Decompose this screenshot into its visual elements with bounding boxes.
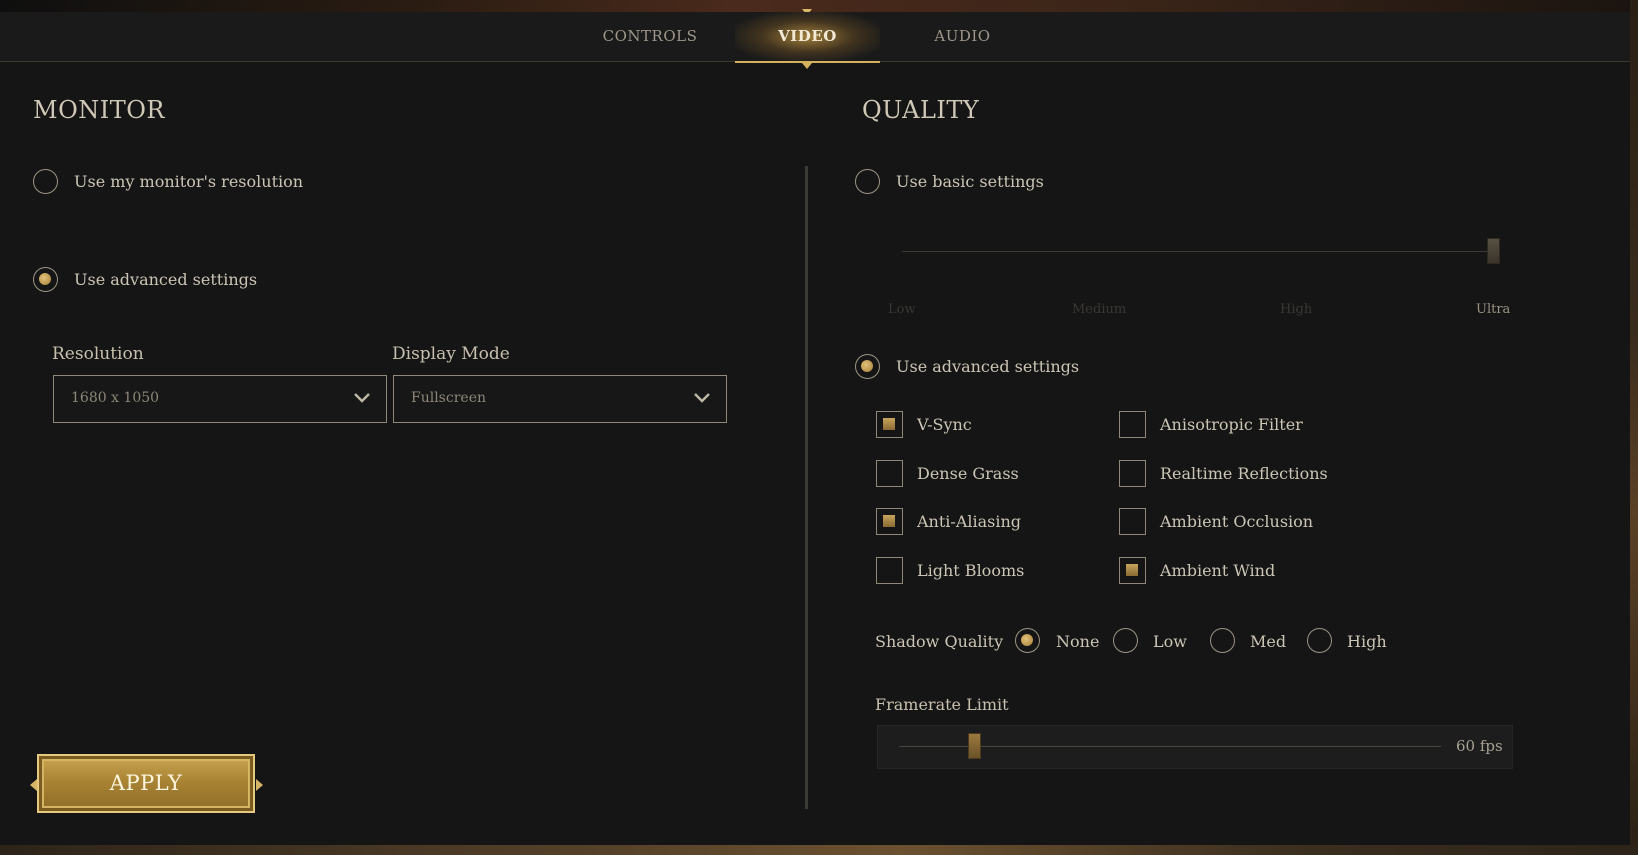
chevron-down-icon — [354, 393, 370, 403]
light-blooms-label[interactable]: Light Blooms — [917, 561, 1024, 580]
framerate-limit-label: Framerate Limit — [875, 695, 1009, 714]
quality-level-low: Low — [888, 302, 916, 317]
monitor-advanced-label[interactable]: Use advanced settings — [74, 270, 257, 289]
anti-aliasing-checkbox[interactable] — [876, 508, 903, 535]
display-mode-value: Fullscreen — [411, 390, 486, 406]
shadow-none-radio[interactable] — [1015, 628, 1040, 653]
shadow-low-label[interactable]: Low — [1153, 632, 1187, 651]
quality-section-title: QUALITY — [862, 96, 980, 124]
quality-level-ultra: Ultra — [1476, 302, 1511, 317]
shadow-none-label[interactable]: None — [1056, 632, 1099, 651]
quality-basic-slider-thumb[interactable] — [1487, 238, 1500, 264]
shadow-med-radio[interactable] — [1210, 628, 1235, 653]
ambient-occlusion-label[interactable]: Ambient Occlusion — [1160, 512, 1313, 531]
anisotropic-filter-label[interactable]: Anisotropic Filter — [1160, 415, 1303, 434]
bottom-decor-strip — [0, 845, 1638, 855]
quality-basic-radio[interactable] — [855, 169, 880, 194]
vsync-checkbox[interactable] — [876, 411, 903, 438]
shadow-quality-label: Shadow Quality — [875, 632, 1004, 651]
tab-audio[interactable]: AUDIO — [900, 12, 1025, 61]
quality-basic-slider-track[interactable] — [902, 251, 1496, 252]
display-mode-dropdown[interactable]: Fullscreen — [393, 375, 727, 423]
anisotropic-filter-checkbox[interactable] — [1119, 411, 1146, 438]
monitor-resolution-label[interactable]: Use my monitor's resolution — [74, 172, 303, 191]
realtime-reflections-label[interactable]: Realtime Reflections — [1160, 464, 1328, 483]
shadow-high-label[interactable]: High — [1347, 632, 1387, 651]
shadow-high-radio[interactable] — [1307, 628, 1332, 653]
display-mode-label: Display Mode — [392, 344, 510, 364]
active-tab-arrow-icon — [802, 63, 812, 69]
quality-basic-label[interactable]: Use basic settings — [896, 172, 1044, 191]
tab-video[interactable]: VIDEO — [735, 12, 880, 69]
resolution-label: Resolution — [52, 344, 144, 364]
quality-level-medium: Medium — [1072, 302, 1127, 317]
quality-level-high: High — [1280, 302, 1313, 317]
dense-grass-checkbox[interactable] — [876, 460, 903, 487]
anti-aliasing-label[interactable]: Anti-Aliasing — [917, 512, 1021, 531]
framerate-value: 60 fps — [1456, 737, 1503, 755]
framerate-slider-thumb[interactable] — [968, 733, 981, 759]
tab-video-label: VIDEO — [778, 27, 837, 45]
chevron-down-icon — [694, 393, 710, 403]
section-divider — [805, 166, 808, 809]
realtime-reflections-checkbox[interactable] — [1119, 460, 1146, 487]
ambient-wind-label[interactable]: Ambient Wind — [1160, 561, 1275, 580]
light-blooms-checkbox[interactable] — [876, 557, 903, 584]
shadow-med-label[interactable]: Med — [1250, 632, 1286, 651]
resolution-dropdown[interactable]: 1680 x 1050 — [53, 375, 387, 423]
apply-right-ornament-icon — [256, 779, 263, 791]
quality-advanced-radio[interactable] — [855, 354, 880, 379]
apply-button[interactable]: APPLY — [37, 754, 255, 813]
ambient-occlusion-checkbox[interactable] — [1119, 508, 1146, 535]
monitor-advanced-radio[interactable] — [33, 267, 58, 292]
tab-controls[interactable]: CONTROLS — [590, 12, 710, 61]
monitor-section-title: MONITOR — [33, 96, 165, 124]
vsync-label[interactable]: V-Sync — [917, 415, 972, 434]
apply-left-ornament-icon — [30, 779, 37, 791]
shadow-low-radio[interactable] — [1113, 628, 1138, 653]
monitor-resolution-radio[interactable] — [33, 169, 58, 194]
quality-advanced-label[interactable]: Use advanced settings — [896, 357, 1079, 376]
settings-tab-bar: CONTROLS VIDEO AUDIO — [0, 12, 1630, 69]
dense-grass-label[interactable]: Dense Grass — [917, 464, 1019, 483]
resolution-value: 1680 x 1050 — [71, 390, 160, 406]
ambient-wind-checkbox[interactable] — [1119, 557, 1146, 584]
right-decor-edge — [1630, 0, 1638, 855]
